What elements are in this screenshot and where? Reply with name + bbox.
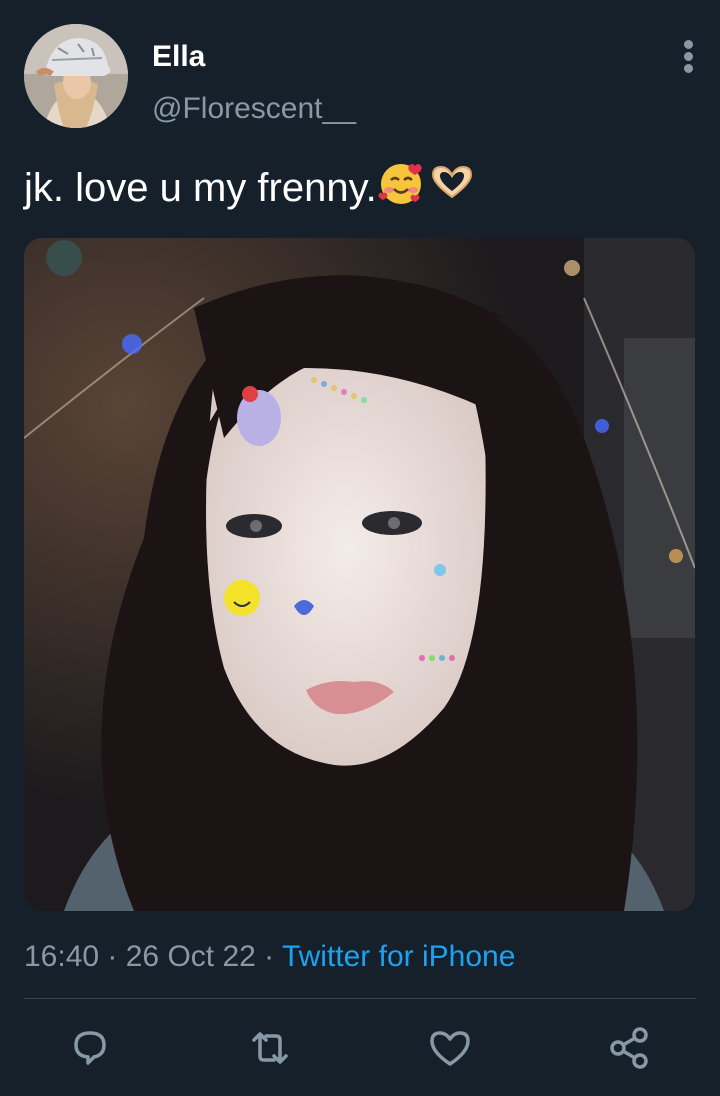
author-display-name[interactable]: Ella (152, 40, 205, 74)
tweet-time: 16:40 (24, 940, 100, 973)
tweet-text: jk. love u my frenny. (24, 160, 477, 216)
tweet-media-photo[interactable] (24, 238, 695, 911)
author-handle[interactable]: @Florescent__ (152, 92, 356, 126)
smiling-face-with-hearts-icon (377, 160, 427, 216)
share-icon[interactable] (606, 1024, 654, 1072)
tweet-detail: Ella @Florescent__ jk. love u my frenny. (0, 0, 720, 1096)
divider (24, 998, 696, 999)
action-bar (0, 1024, 720, 1074)
meta-separator: · (99, 940, 126, 973)
like-icon[interactable] (426, 1024, 474, 1072)
tweet-date: 26 Oct 22 (125, 940, 256, 973)
more-options-icon[interactable] (672, 36, 708, 76)
tweet-meta: 16:40 · 26 Oct 22 · Twitter for iPhone (24, 940, 515, 974)
retweet-icon[interactable] (246, 1024, 294, 1072)
meta-separator: · (255, 940, 282, 973)
tweet-source-link[interactable]: Twitter for iPhone (282, 940, 515, 973)
avatar[interactable] (24, 24, 128, 128)
reply-icon[interactable] (66, 1024, 114, 1072)
tweet-text-content: jk. love u my frenny. (24, 165, 377, 210)
avatar-photo (24, 24, 128, 128)
heart-hands-icon (427, 163, 477, 213)
